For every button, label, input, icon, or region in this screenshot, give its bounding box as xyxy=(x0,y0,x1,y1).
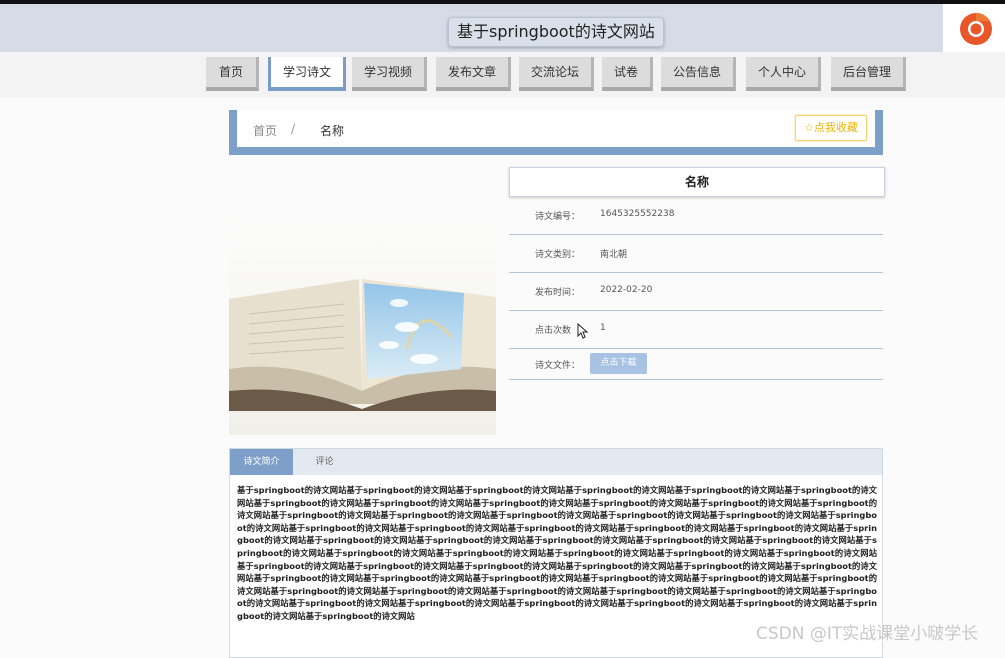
field-label: 点击次数 xyxy=(535,326,572,336)
nav-learn-poems[interactable]: 学习诗文 xyxy=(268,57,346,91)
field-click-count: 点击次数 1 xyxy=(509,310,883,349)
site-title: 基于springboot的诗文网站 xyxy=(448,17,664,47)
favorite-button[interactable]: ☆点我收藏 xyxy=(795,115,867,141)
watermark: CSDN @IT实战课堂小啵学长 xyxy=(756,624,979,644)
nav-exam[interactable]: 试卷 xyxy=(602,57,653,91)
tab-comments[interactable]: 评论 xyxy=(293,449,356,475)
chrome-icon xyxy=(960,12,992,45)
field-label: 诗文编号： xyxy=(535,212,581,222)
field-poem-file: 诗文文件： 点击下载 xyxy=(509,348,883,380)
nav-personal-center[interactable]: 个人中心 xyxy=(746,57,821,91)
field-label: 发布时间： xyxy=(535,288,581,298)
field-poem-id: 诗文编号： 1645325552238 xyxy=(509,196,883,235)
nav-announcements[interactable]: 公告信息 xyxy=(661,57,736,91)
nav-forum[interactable]: 交流论坛 xyxy=(519,57,594,91)
field-label: 诗文文件： xyxy=(535,361,581,371)
nav-home[interactable]: 首页 xyxy=(206,57,259,91)
field-publish-time: 发布时间： 2022-02-20 xyxy=(509,272,883,311)
nav-learn-videos[interactable]: 学习视频 xyxy=(352,57,427,91)
field-value: 南北朝 xyxy=(600,250,628,260)
field-value: 2022-02-20 xyxy=(600,285,653,295)
breadcrumb: 首页 / 名称 ☆点我收藏 xyxy=(229,110,883,155)
breadcrumb-current: 名称 xyxy=(320,124,345,138)
poem-intro-text: 基于springboot的诗文网站基于springboot的诗文网站基于spri… xyxy=(237,485,877,621)
mouse-cursor-icon xyxy=(577,323,589,339)
field-value: 1 xyxy=(600,323,606,333)
field-poem-category: 诗文类别： 南北朝 xyxy=(509,234,883,273)
poem-cover-image xyxy=(229,219,496,435)
tab-poem-intro[interactable]: 诗文简介 xyxy=(230,449,293,475)
site-header: 基于springboot的诗文网站 xyxy=(0,4,943,52)
breadcrumb-separator: / xyxy=(291,122,296,136)
download-button[interactable]: 点击下载 xyxy=(590,353,647,374)
browser-logo-area xyxy=(943,4,1005,54)
nav-publish-article[interactable]: 发布文章 xyxy=(436,57,511,91)
breadcrumb-home[interactable]: 首页 xyxy=(253,122,277,139)
main-nav: 首页 学习诗文 学习视频 发布文章 交流论坛 试卷 公告信息 个人中心 后台管理 xyxy=(0,52,1005,98)
poem-title: 名称 xyxy=(509,167,885,197)
field-label: 诗文类别： xyxy=(535,250,581,260)
field-value: 1645325552238 xyxy=(600,209,675,219)
nav-admin[interactable]: 后台管理 xyxy=(831,57,906,91)
tabs-header: 诗文简介 评论 xyxy=(230,449,882,475)
